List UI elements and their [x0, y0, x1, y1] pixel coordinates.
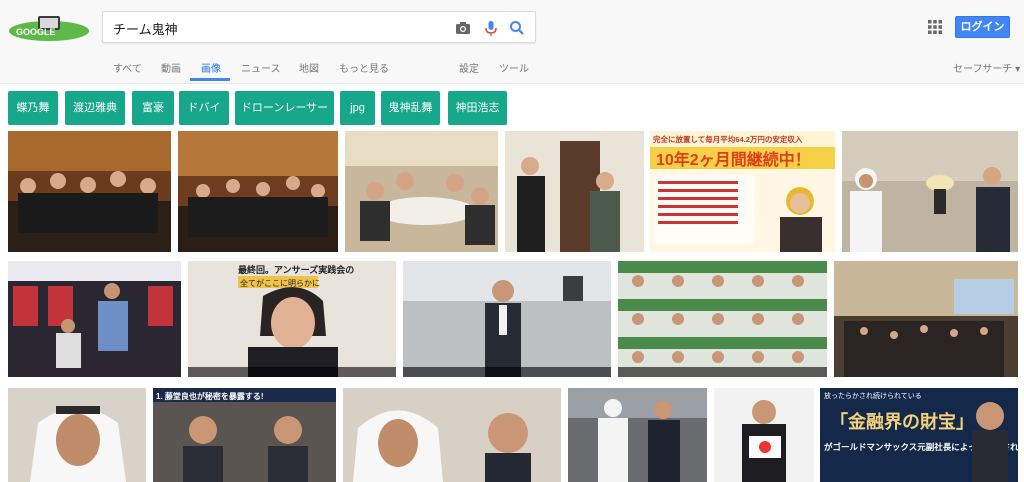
- banner-text: 完全に放置して毎月平均64.2万円の安定収入: [653, 134, 803, 144]
- active-tab-indicator: [190, 78, 230, 81]
- safesearch-dropdown[interactable]: セーフサーチ ▾: [953, 60, 1020, 75]
- tab-images[interactable]: 画像: [201, 60, 221, 75]
- chip-related-search[interactable]: 渡辺雅典: [65, 91, 125, 125]
- tab-tools[interactable]: ツール: [499, 60, 529, 75]
- tab-more[interactable]: もっと見る: [339, 60, 389, 75]
- tab-maps[interactable]: 地図: [299, 60, 319, 75]
- login-button[interactable]: ログイン: [955, 16, 1010, 38]
- chip-related-search[interactable]: 蝶乃舞: [8, 91, 58, 125]
- search-icon[interactable]: [507, 18, 527, 38]
- banner-text: 10年2ヶ月間継続中！: [656, 150, 811, 169]
- search-tabs: すべて 動画 画像 ニュース 地図 もっと見る 設定 ツール: [0, 58, 1024, 84]
- search-input[interactable]: チーム鬼神: [102, 11, 536, 43]
- tab-news[interactable]: ニュース: [241, 60, 281, 75]
- google-doodle-logo[interactable]: GOOGLE: [8, 14, 90, 42]
- chip-related-search[interactable]: 神田浩志: [448, 91, 507, 125]
- image-result[interactable]: 1. 藤堂良也が秘密を暴露する!: [153, 388, 336, 482]
- image-result[interactable]: 放ったらかされ続けられている 「金融界の財宝」 がゴールドマンサックス元副社長によっ…: [820, 388, 1018, 482]
- microphone-icon[interactable]: [481, 18, 501, 38]
- image-result[interactable]: [834, 261, 1018, 377]
- chip-related-search[interactable]: ドバイ: [179, 91, 229, 125]
- image-result[interactable]: [178, 131, 338, 252]
- image-result[interactable]: [842, 131, 1018, 252]
- banner-text: 1. 藤堂良也が秘密を暴露する!: [156, 391, 264, 401]
- chip-related-search[interactable]: ドローンレーサー: [235, 91, 334, 125]
- camera-icon[interactable]: [453, 18, 473, 38]
- chip-related-search[interactable]: 富豪: [132, 91, 174, 125]
- tab-videos[interactable]: 動画: [161, 60, 181, 75]
- image-result[interactable]: [345, 131, 498, 252]
- image-result[interactable]: 最終回。アンサーズ実践会の 全てがここに明らかに: [188, 261, 396, 377]
- tab-settings[interactable]: 設定: [459, 60, 479, 75]
- image-result[interactable]: 完全に放置して毎月平均64.2万円の安定収入 10年2ヶ月間継続中！: [650, 131, 835, 252]
- image-result[interactable]: [8, 131, 171, 252]
- image-result[interactable]: [714, 388, 814, 482]
- banner-text: 放ったらかされ続けられている: [824, 391, 922, 400]
- image-result[interactable]: [8, 261, 181, 377]
- header-bar: GOOGLE チーム鬼神 ログイン すべて 動画 画像 ニュース 地図 もっと見…: [0, 0, 1024, 84]
- banner-text: 全てがここに明らかに: [240, 278, 320, 288]
- apps-grid-icon[interactable]: [928, 20, 942, 34]
- image-result[interactable]: [568, 388, 707, 482]
- banner-text: 最終回。アンサーズ実践会の: [238, 264, 354, 275]
- chip-related-search[interactable]: 鬼神乱舞: [381, 91, 440, 125]
- tab-all[interactable]: すべて: [113, 60, 142, 75]
- image-result[interactable]: [403, 261, 611, 377]
- chip-related-search[interactable]: jpg: [340, 91, 375, 125]
- svg-text:GOOGLE: GOOGLE: [16, 27, 56, 37]
- banner-text: 「金融界の財宝」: [830, 411, 974, 432]
- search-query-text: チーム鬼神: [113, 22, 178, 37]
- image-result[interactable]: [618, 261, 827, 377]
- image-result[interactable]: [8, 388, 146, 482]
- image-result[interactable]: [505, 131, 644, 252]
- image-result[interactable]: [343, 388, 561, 482]
